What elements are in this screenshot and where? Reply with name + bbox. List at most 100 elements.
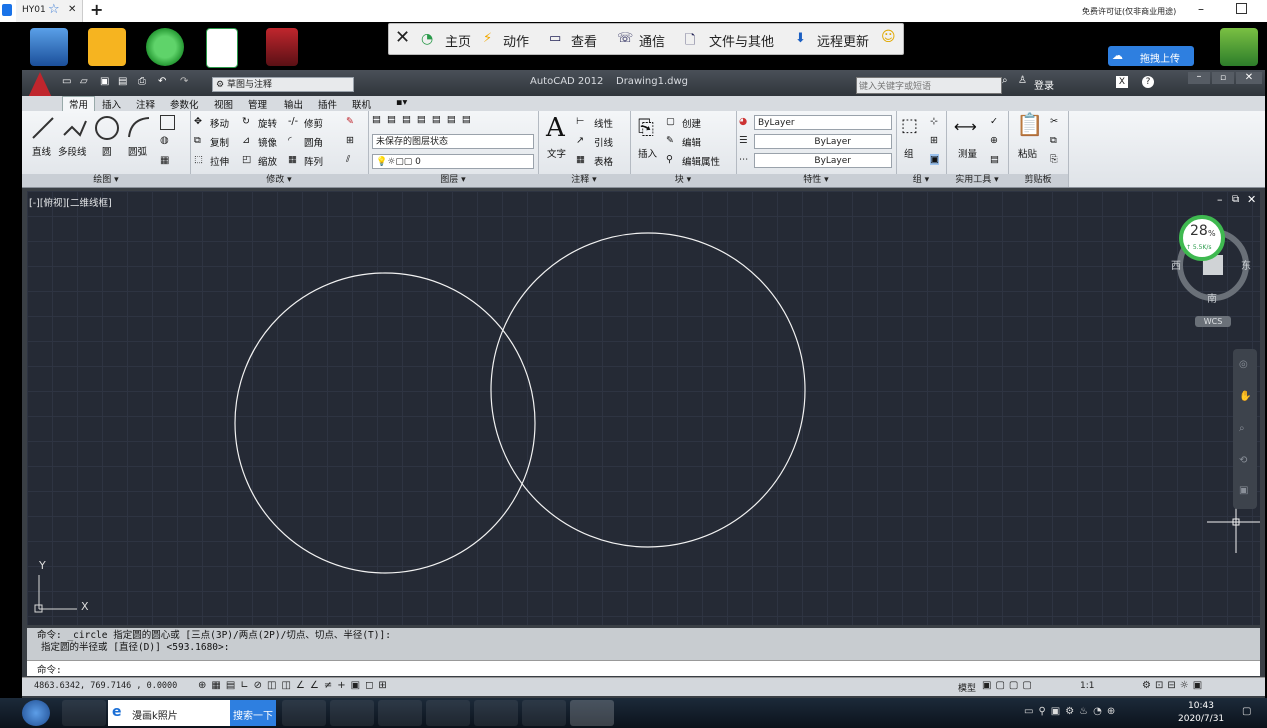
showmotion-icon[interactable]: ▣ <box>1239 485 1248 496</box>
leader-button[interactable]: 引线 <box>594 135 613 149</box>
start-button[interactable] <box>22 700 50 726</box>
group-select-icon[interactable]: ▣ <box>930 154 939 165</box>
minimize-icon[interactable]: – <box>1198 2 1204 16</box>
ie-icon[interactable] <box>146 28 184 66</box>
viewcube-south[interactable]: 南 <box>1207 290 1217 305</box>
taskbar-wechat-icon[interactable] <box>474 700 518 726</box>
trim-button[interactable]: 修剪 <box>304 116 323 130</box>
smiley-icon[interactable]: ☺ <box>881 29 896 45</box>
binoculars-icon[interactable]: ⌕ <box>1002 75 1008 86</box>
cut-icon[interactable]: ✂ <box>1050 116 1058 127</box>
performance-widget[interactable]: 28 % ↑ 5.5K/s <box>1179 215 1225 261</box>
tab-close-icon[interactable]: ✕ <box>68 4 76 15</box>
redo-icon[interactable]: ↷ <box>180 76 188 87</box>
fillet-button[interactable]: 圆角 <box>304 135 323 149</box>
scale-button[interactable]: 缩放 <box>258 154 277 168</box>
circle-2[interactable] <box>490 232 806 548</box>
kingsoft-icon[interactable] <box>88 28 126 66</box>
block-panel-label[interactable]: 块 ▾ <box>630 174 736 187</box>
properties-panel-label[interactable]: 特性 ▾ <box>736 174 896 187</box>
taskbar-explorer-icon[interactable] <box>378 700 422 726</box>
new-tab-icon[interactable]: + <box>90 0 103 19</box>
insert-icon[interactable]: ⎘ <box>638 115 654 139</box>
window-minimize-icon[interactable]: – <box>1188 72 1210 84</box>
print-icon[interactable]: ⎙ <box>138 76 146 87</box>
show-desktop-icon[interactable]: ▢ <box>1242 706 1251 717</box>
rotate-button[interactable]: 旋转 <box>258 116 277 130</box>
rectangle-icon[interactable] <box>160 115 175 130</box>
sketchup-icon[interactable] <box>1220 28 1258 66</box>
color-select[interactable]: ByLayer <box>754 115 892 130</box>
search-input[interactable] <box>856 77 1002 94</box>
save-icon[interactable]: ▣ <box>100 76 109 87</box>
ungroup-icon[interactable]: ⊹ <box>930 116 938 127</box>
computer-icon[interactable] <box>30 28 68 66</box>
tab-online[interactable]: 联机 <box>352 97 371 111</box>
offset-icon[interactable]: ⫽ <box>346 154 350 165</box>
calculator-icon[interactable]: ▤ <box>990 154 999 165</box>
tab-insert[interactable]: 插入 <box>102 97 121 111</box>
taskbar-avatar-icon[interactable] <box>282 700 326 726</box>
pan-icon[interactable]: ✋ <box>1239 391 1251 402</box>
circle-1[interactable] <box>234 272 536 574</box>
linetype-select[interactable]: ByLayer <box>754 134 892 149</box>
tab-manage[interactable]: 管理 <box>248 97 267 111</box>
window-close-icon[interactable]: ✕ <box>1236 72 1262 84</box>
tray-icons[interactable]: ▭⚲▣⚙♨◔⊕ <box>1024 706 1120 717</box>
clock-date[interactable]: 2020/7/31 <box>1178 714 1224 724</box>
taskbar-autocad-icon[interactable] <box>570 700 614 726</box>
undo-icon[interactable]: ↶ <box>158 76 166 87</box>
layer-tools-icons[interactable]: ▤▤▤▤▤▤▤ <box>372 114 477 125</box>
toolbar-files[interactable]: 文件与其他 <box>709 31 774 50</box>
exchange-icon[interactable]: X <box>1116 76 1128 88</box>
drawing-viewport[interactable]: [-][俯视][二维线框] – ⧉ ✕ Y X 西 东 南 WCS 28 % ↑… <box>27 191 1260 625</box>
star-icon[interactable]: ☆ <box>48 2 60 17</box>
hatch-icon[interactable]: ◍ <box>160 135 173 148</box>
clipboard-panel-label[interactable]: 剪贴板 <box>1008 174 1068 187</box>
stretch-button[interactable]: 拉伸 <box>210 154 229 168</box>
remote-tab-hy01[interactable]: HY01 ☆ ✕ <box>16 0 83 22</box>
match-prop-icon[interactable]: ⎘ <box>1050 154 1058 165</box>
wcs-button[interactable]: WCS <box>1195 316 1231 327</box>
clock-time[interactable]: 10:43 <box>1188 701 1214 711</box>
circle-icon[interactable] <box>94 115 120 141</box>
close-toolbar-icon[interactable]: ✕ <box>395 27 410 48</box>
measure-icon[interactable]: ⟷ <box>954 117 977 136</box>
book-icon[interactable] <box>266 28 298 66</box>
toolbar-update[interactable]: 远程更新 <box>817 31 869 50</box>
group-icon[interactable]: ⬚ <box>901 115 918 136</box>
tab-output[interactable]: 输出 <box>284 97 303 111</box>
layers-panel-label[interactable]: 图层 ▾ <box>368 174 538 187</box>
layer-state-select[interactable]: 未保存的图层状态 <box>372 134 534 149</box>
taskbar-search-button[interactable]: 搜索一下 <box>230 700 276 726</box>
tab-plugins[interactable]: 插件 <box>318 97 337 111</box>
camera-icon[interactable]: ▪▾ <box>396 97 407 108</box>
tab-annotate[interactable]: 注释 <box>136 97 155 111</box>
layout-icons[interactable]: ▣▢▢▢ <box>982 680 1036 691</box>
toolbar-home[interactable]: 主页 <box>445 31 471 50</box>
open-icon[interactable]: ▱ <box>80 76 88 87</box>
workspace-select[interactable]: ⚙ 草图与注释 <box>212 77 354 92</box>
maximize-icon[interactable] <box>1236 3 1247 14</box>
line-icon[interactable] <box>30 115 56 141</box>
taskbar-teamviewer-icon[interactable] <box>330 700 374 726</box>
orbit-icon[interactable]: ⟲ <box>1239 455 1247 466</box>
taskbar-browser-icon[interactable] <box>426 700 470 726</box>
edit-attr-button[interactable]: 编辑属性 <box>682 154 720 168</box>
modify-panel-label[interactable]: 修改 ▾ <box>190 174 368 187</box>
drafting-toggles[interactable]: ⊕▦▤∟⊘◫◫∠∠≠+▣◻⊞ <box>198 680 392 691</box>
tab-view[interactable]: 视图 <box>214 97 233 111</box>
linear-button[interactable]: 线性 <box>594 116 613 130</box>
taskbar-ie-item[interactable]: e 漫画k照片 <box>108 700 230 726</box>
saveas-icon[interactable]: ▤ <box>118 76 127 87</box>
explode-icon[interactable]: ⊞ <box>346 135 354 146</box>
new-icon[interactable]: ▭ <box>62 76 71 87</box>
mirror-button[interactable]: 镜像 <box>258 135 277 149</box>
taskbar-cloud-icon[interactable] <box>522 700 566 726</box>
edit-button[interactable]: 编辑 <box>682 135 701 149</box>
copy-clip-icon[interactable]: ⧉ <box>1050 135 1057 146</box>
tab-home[interactable]: 常用 <box>62 96 96 111</box>
create-button[interactable]: 创建 <box>682 116 701 130</box>
model-space-toggle[interactable]: 模型 <box>958 681 976 694</box>
viewcube-west[interactable]: 西 <box>1171 257 1181 272</box>
